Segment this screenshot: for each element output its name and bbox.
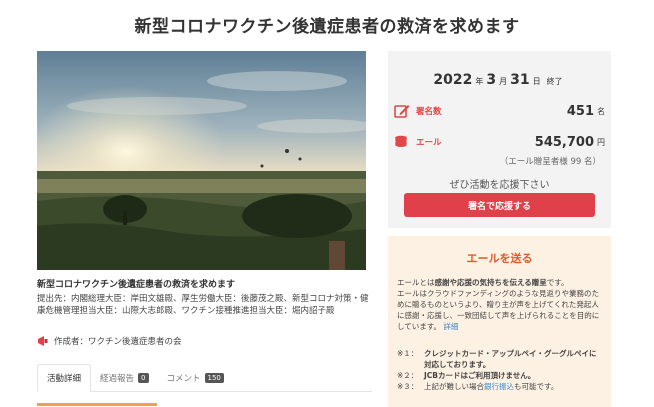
note-item: ※２： JCBカードはご利用頂けません。	[397, 370, 602, 381]
note-text: JCBカードはご利用頂けません。	[424, 371, 536, 380]
tab-label: 活動詳細	[47, 374, 82, 384]
signatures-row: 署名数 451 名	[394, 101, 605, 121]
coins-icon	[394, 134, 410, 150]
note-item: ※１： クレジットカード・アップルペイ・グーグルペイに対応しております。	[397, 348, 602, 370]
yell-intro: エールとは	[397, 278, 435, 287]
tab-comments[interactable]: コメント 150	[158, 364, 233, 392]
page-title: 新型コロナワクチン後遺症患者の救済を求めます	[134, 17, 520, 37]
tab-progress-reports[interactable]: 経過報告 0	[91, 364, 157, 392]
tab-activity-details[interactable]: 活動詳細	[37, 364, 92, 392]
end-day: 31	[510, 72, 530, 88]
pen-icon	[394, 103, 410, 119]
yell-intro-bold: 感謝や応援の気持ちを伝える贈呈	[434, 278, 547, 287]
end-month: 3	[486, 72, 497, 88]
signatures-label: 署名数	[416, 107, 442, 117]
count-badge: 150	[204, 373, 224, 383]
content-tabs: 活動詳細 経過報告 0 コメント 150	[37, 364, 372, 392]
year-unit: 年	[475, 77, 484, 86]
detail-link[interactable]: 詳細	[443, 322, 458, 331]
author-label: 作成者：ワクチン後遺症患者の会	[54, 337, 182, 347]
tab-label: 経過報告	[100, 374, 135, 384]
tab-active-indicator	[37, 403, 157, 406]
supporters-count: （エール贈呈者様 99 名）	[499, 157, 601, 167]
yell-body-text: エールはクラウドファンディングのような見返りや業務のために贈るものというより、贈…	[397, 289, 600, 331]
tab-label: コメント	[166, 374, 201, 384]
author[interactable]: 作成者：ワクチン後遺症患者の会	[37, 335, 182, 347]
bank-transfer-link[interactable]: 銀行振込	[484, 382, 514, 391]
cta-text: ぜひ活動を応援下さい	[449, 180, 550, 191]
payment-notes: ※１： クレジットカード・アップルペイ・グーグルペイに対応しております。 ※２：…	[397, 348, 602, 392]
sign-button[interactable]: 署名で応援する	[404, 193, 595, 217]
yell-value: 545,700	[534, 134, 594, 150]
yell-title[interactable]: エールを送る	[388, 250, 611, 266]
note-text-start: 上記が難しい場合	[424, 382, 484, 391]
note-text: 上記が難しい場合銀行振込も可能です。	[424, 381, 558, 392]
end-label: 終了	[546, 77, 563, 86]
end-year: 2022	[433, 72, 473, 88]
note-text: クレジットカード・アップルペイ・グーグルペイに対応しております。	[424, 349, 597, 369]
yell-description: エールとは感謝や応援の気持ちを伝える贈呈です。 エールはクラウドファンディングの…	[397, 277, 602, 332]
day-unit: 日	[532, 77, 541, 86]
yell-intro-end: です。	[546, 278, 569, 287]
month-unit: 月	[499, 77, 508, 86]
end-date: 2022 年 3 月 31 日終了	[388, 69, 611, 88]
note-item: ※３： 上記が難しい場合銀行振込も可能です。	[397, 381, 602, 392]
project-name: 新型コロナワクチン後遺症患者の救済を求めます	[37, 280, 236, 290]
note-text-end: も可能です。	[514, 382, 559, 391]
yell-row: エール 545,700 円	[394, 132, 605, 152]
signatures-unit: 名	[597, 106, 605, 116]
submission-targets: 提出先：内閣総理大臣：岸田文雄殿、厚生労働大臣：後藤茂之殿、新型コロナ対策・健康…	[37, 294, 369, 316]
yell-label: エール	[416, 138, 442, 148]
note-mark: ※２：	[397, 371, 419, 380]
note-mark: ※１：	[397, 349, 419, 358]
campaign-status-card: 2022 年 3 月 31 日終了 署名数 451 名 エール 545,700 円 （エー…	[388, 51, 611, 228]
hero-image	[37, 51, 366, 270]
count-badge: 0	[138, 373, 149, 383]
megaphone-icon	[37, 335, 49, 347]
signatures-value: 451	[566, 103, 594, 119]
yell-panel: エールを送る エールとは感謝や応援の気持ちを伝える贈呈です。 エールはクラウドフ…	[388, 236, 611, 407]
note-mark: ※３：	[397, 382, 419, 391]
yell-unit: 円	[597, 137, 605, 147]
